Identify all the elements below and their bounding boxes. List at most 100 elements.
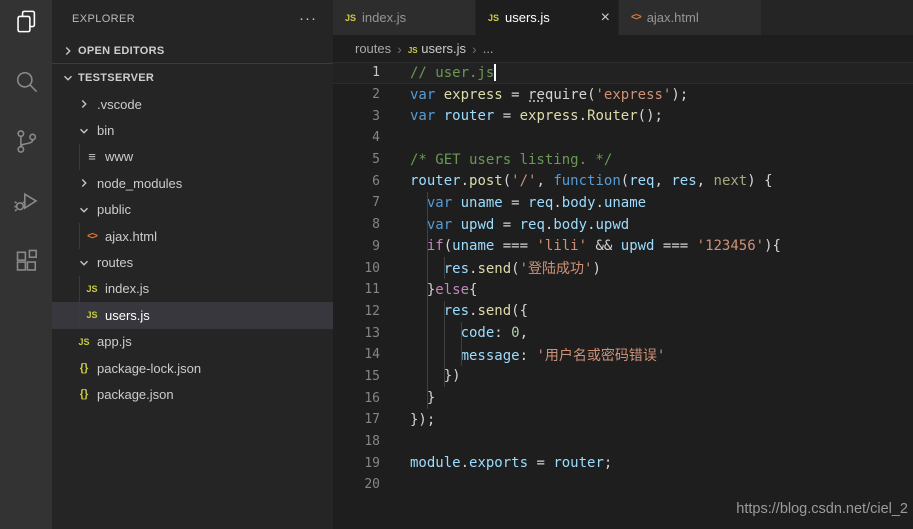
open-editors-label: OPEN EDITORS: [78, 45, 165, 57]
indent-guide: [427, 236, 428, 258]
editor-group: JSindex.js× JS users.js × <>ajax.html× route…: [333, 0, 913, 529]
code-line-19[interactable]: 19module.exports = router;: [333, 452, 913, 474]
tree-item-index-js[interactable]: JSindex.js: [52, 276, 333, 302]
tree-item-app-js[interactable]: JSapp.js: [52, 329, 333, 355]
tree-item-public[interactable]: public: [52, 197, 333, 223]
activity-item-explorer[interactable]: [7, 5, 45, 43]
code-line-14[interactable]: 14 message: '用户名或密码错误': [333, 344, 913, 366]
tree-item-www[interactable]: ≡www: [52, 144, 333, 170]
tab-label: index.js: [362, 10, 406, 25]
line-number: 15: [333, 369, 380, 384]
code-editor[interactable]: 1// user.js2var express = require('expre…: [333, 62, 913, 529]
close-icon[interactable]: ×: [601, 11, 610, 25]
tree-item-ajax-html[interactable]: <>ajax.html: [52, 223, 333, 249]
code-line-content: // user.js: [410, 63, 496, 83]
js-file-icon: JS: [86, 310, 97, 320]
indent-guide: [461, 344, 462, 366]
code-line-4[interactable]: 4: [333, 127, 913, 149]
code-line-18[interactable]: 18: [333, 431, 913, 453]
activity-item-search[interactable]: [7, 65, 45, 103]
line-number: 6: [333, 174, 380, 189]
file-tree: .vscode bin≡www node_modulespublic<>ajax.h…: [52, 91, 333, 408]
breadcrumb-separator: ›: [472, 41, 477, 57]
indent-guide: [427, 214, 428, 236]
code-line-15[interactable]: 15 }): [333, 366, 913, 388]
line-number: 8: [333, 217, 380, 232]
tab-index-js[interactable]: JSindex.js×: [333, 0, 475, 35]
indent-guide: [427, 192, 428, 214]
code-line-16[interactable]: 16 }: [333, 387, 913, 409]
indent-guide: [444, 257, 445, 279]
code-line-1[interactable]: 1// user.js: [333, 62, 913, 84]
code-line-10[interactable]: 10 res.send('登陆成功'): [333, 257, 913, 279]
indent-guide: [461, 322, 462, 344]
code-line-12[interactable]: 12 res.send({: [333, 301, 913, 323]
code-line-9[interactable]: 9 if(uname === 'lili' && upwd === '12345…: [333, 236, 913, 258]
code-line-content: message: '用户名或密码错误': [410, 344, 665, 366]
breadcrumb-item-routes[interactable]: routes: [355, 41, 391, 56]
sidebar-title: EXPLORER: [72, 13, 135, 25]
code-line-8[interactable]: 8 var upwd = req.body.upwd: [333, 214, 913, 236]
run-debug-icon: [13, 188, 40, 220]
code-line-6[interactable]: 6 router.post('/', function(req, res, nex…: [333, 170, 913, 192]
workspace-section-testserver[interactable]: TESTSERVER: [52, 64, 333, 91]
chevron-right-icon: [60, 43, 76, 59]
tree-item-label: package.json: [97, 387, 174, 402]
code-line-13[interactable]: 13 code: 0,: [333, 322, 913, 344]
code-line-2[interactable]: 2var express = require('express');: [333, 84, 913, 106]
tab-users-js[interactable]: JS users.js ×: [476, 0, 618, 35]
tree-item-node-modules[interactable]: node_modules: [52, 170, 333, 196]
more-actions-icon[interactable]: ···: [299, 14, 317, 24]
line-number: 20: [333, 477, 380, 492]
tree-item-label: node_modules: [97, 176, 182, 191]
line-number: 14: [333, 347, 380, 362]
tab-label: ajax.html: [647, 10, 699, 25]
code-line-7[interactable]: 7 var uname = req.body.uname: [333, 192, 913, 214]
tree-item-label: index.js: [105, 281, 149, 296]
activity-item-run-debug[interactable]: [7, 185, 45, 223]
json-file-icon: {}: [80, 362, 89, 374]
code-line-content: router.post('/', function(req, res, next…: [410, 170, 773, 192]
tree-item-bin[interactable]: bin: [52, 117, 333, 143]
indent-guide: [427, 366, 428, 388]
breadcrumb-item-[interactable]: ...: [483, 41, 494, 56]
indent-guide: [427, 344, 428, 366]
indent-guide: [427, 279, 428, 301]
code-line-content: });: [410, 409, 435, 431]
chevron-right-icon: [74, 96, 94, 112]
extensions-icon: [13, 248, 40, 280]
tab-ajax-html[interactable]: <>ajax.html×: [619, 0, 761, 35]
code-line-content: code: 0,: [410, 322, 528, 344]
tree-item-package-lock-json[interactable]: {}package-lock.json: [52, 355, 333, 381]
activity-item-source-control[interactable]: [7, 125, 45, 163]
watermark: https://blog.csdn.net/ciel_2: [736, 501, 908, 517]
js-file-icon: JS: [488, 13, 499, 23]
js-file-icon: JS: [78, 337, 89, 347]
code-line-3[interactable]: 3var router = express.Router();: [333, 105, 913, 127]
indent-guide: [427, 387, 428, 409]
explorer-sidebar: EXPLORER ··· OPEN EDITORS TESTSERVER .vs…: [52, 0, 333, 529]
code-line-17[interactable]: 17});: [333, 409, 913, 431]
tree-item-users-js[interactable]: JS users.js: [52, 302, 333, 328]
chevron-right-icon: [74, 175, 94, 191]
code-line-5[interactable]: 5/* GET users listing. */: [333, 149, 913, 171]
indent-guide: [427, 257, 428, 279]
code-line-content: /* GET users listing. */: [410, 149, 612, 171]
line-number: 7: [333, 195, 380, 210]
tree-item-routes[interactable]: routes: [52, 249, 333, 275]
chevron-down-icon: [60, 70, 76, 86]
open-editors-section[interactable]: OPEN EDITORS: [52, 38, 333, 64]
tree-item-label: .vscode: [97, 97, 142, 112]
tree-item-label: users.js: [105, 308, 150, 323]
activity-item-extensions[interactable]: [7, 245, 45, 283]
tree-item-vscode[interactable]: .vscode: [52, 91, 333, 117]
code-line-11[interactable]: 11 }else{: [333, 279, 913, 301]
chevron-down-icon: [74, 255, 94, 271]
tab-label: users.js: [505, 10, 550, 25]
breadcrumb-item-users-js[interactable]: JS users.js: [408, 41, 466, 56]
tree-item-package-json[interactable]: {}package.json: [52, 381, 333, 407]
line-number: 10: [333, 261, 380, 276]
code-line-20[interactable]: 20: [333, 474, 913, 496]
code-line-content: res.send({: [410, 301, 528, 323]
code-line-content: var uname = req.body.uname: [410, 192, 646, 214]
